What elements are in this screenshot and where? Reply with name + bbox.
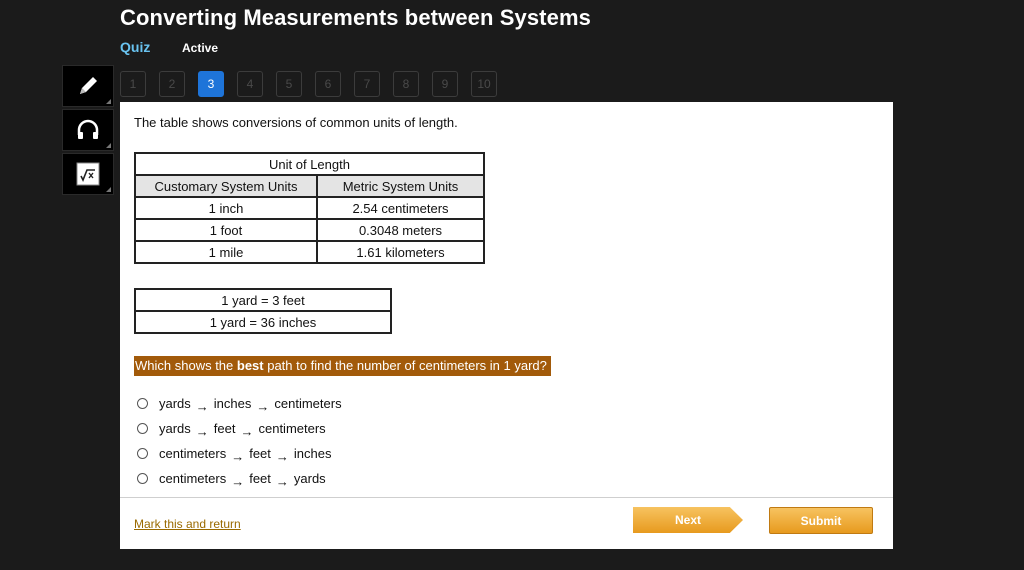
calculator-icon [76,162,100,186]
page-title: Converting Measurements between Systems [120,5,591,30]
question-number-3[interactable]: 3 [198,71,224,97]
option-unit: feet [249,471,271,486]
headphones-icon [77,119,99,139]
mode-label: Quiz [120,39,151,55]
status-label: Active [182,41,219,55]
option-unit: feet [213,421,236,436]
answer-option-4[interactable]: centimeters → feet → yards [137,466,342,491]
answer-option-1[interactable]: yards → inches → centimeters [137,391,342,416]
question-text-end: path to find the number of centimeters i… [263,358,547,373]
panel-footer: Mark this and return Next Submit [120,497,893,549]
table-row: 1 foot 0.3048 meters [134,218,485,242]
headphones-tool-button[interactable] [62,109,114,151]
question-number-9[interactable]: 9 [432,71,458,97]
table-row: 1 yard = 3 feet [134,288,392,312]
option-unit: centimeters [159,471,227,486]
question-prompt: Which shows the best path to find the nu… [134,356,551,376]
question-number-1[interactable]: 1 [120,71,146,97]
table-row: 1 inch 2.54 centimeters [134,196,485,220]
table-cell: 0.3048 meters [316,218,485,242]
option-unit: centimeters [274,396,342,411]
arrow-icon: → [195,399,209,414]
question-number-6[interactable]: 6 [315,71,341,97]
question-text-start: Which shows the [135,358,237,373]
question-panel: The table shows conversions of common un… [120,102,893,549]
option-unit: yards [159,421,191,436]
next-button[interactable]: Next [633,507,743,533]
tool-corner-indicator [106,143,111,148]
table-cell: 1 foot [134,218,318,242]
table-title: Unit of Length [134,152,485,176]
arrow-icon: → [275,474,289,489]
pencil-icon [80,77,97,94]
question-intro: The table shows conversions of common un… [134,115,458,130]
arrow-icon: → [256,399,270,414]
radio-button[interactable] [137,473,148,484]
answer-option-3[interactable]: centimeters → feet → inches [137,441,342,466]
answer-options: yards → inches → centimeters yards → feet → centi… [137,391,342,491]
column-header-metric: Metric System Units [316,174,485,198]
radio-button[interactable] [137,448,148,459]
option-unit: centimeters [258,421,326,436]
table-cell: 1 yard = 36 inches [134,310,392,334]
question-number-4[interactable]: 4 [237,71,263,97]
tool-corner-indicator [106,99,111,104]
radio-button[interactable] [137,423,148,434]
conversion-table: Unit of Length Customary System Units Me… [134,152,485,264]
calculator-tool-button[interactable] [62,153,114,195]
table-cell: 1 mile [134,240,318,264]
answer-option-2[interactable]: yards → feet → centimeters [137,416,342,441]
option-unit: inches [213,396,252,411]
table-row: 1 mile 1.61 kilometers [134,240,485,264]
column-header-customary: Customary System Units [134,174,318,198]
submit-button[interactable]: Submit [769,507,873,534]
tool-corner-indicator [106,187,111,192]
option-unit: yards [159,396,191,411]
radio-button[interactable] [137,398,148,409]
table-row: 1 yard = 36 inches [134,310,392,334]
option-unit: yards [293,471,326,486]
arrow-icon: → [195,424,209,439]
question-number-8[interactable]: 8 [393,71,419,97]
question-text-bold: best [236,358,264,373]
arrow-icon: → [275,449,289,464]
yard-conversion-table: 1 yard = 3 feet 1 yard = 36 inches [134,288,392,334]
mark-and-return-link[interactable]: Mark this and return [134,517,241,531]
question-number-10[interactable]: 10 [471,71,497,97]
question-number-2[interactable]: 2 [159,71,185,97]
arrow-icon: → [231,449,245,464]
table-cell: 1 inch [134,196,318,220]
arrow-icon: → [240,424,254,439]
tool-sidebar [62,65,114,197]
question-number-7[interactable]: 7 [354,71,380,97]
table-cell: 1.61 kilometers [316,240,485,264]
pencil-tool-button[interactable] [62,65,114,107]
question-navigator: 1 2 3 4 5 6 7 8 9 10 [120,71,497,97]
arrow-icon: → [231,474,245,489]
table-cell: 1 yard = 3 feet [134,288,392,312]
option-unit: inches [293,446,332,461]
table-cell: 2.54 centimeters [316,196,485,220]
question-number-5[interactable]: 5 [276,71,302,97]
option-unit: centimeters [159,446,227,461]
option-unit: feet [249,446,271,461]
